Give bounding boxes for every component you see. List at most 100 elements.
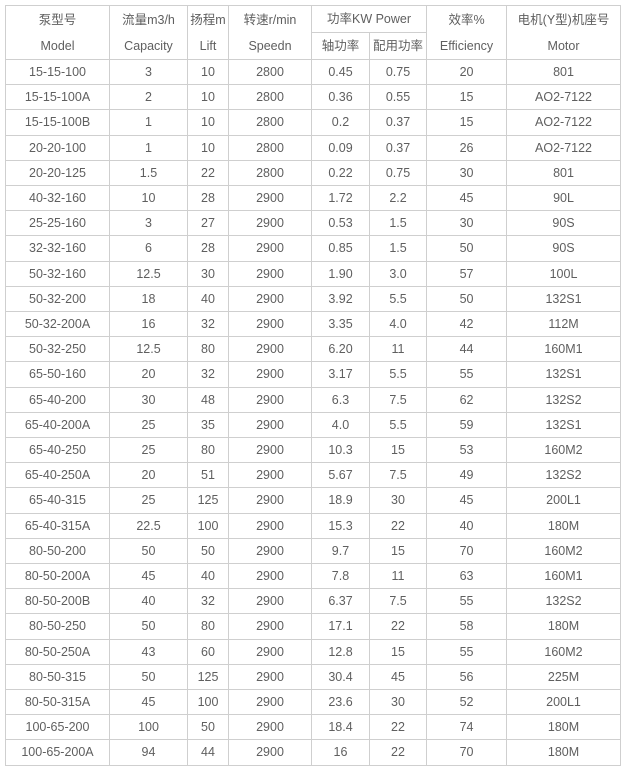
- column-header-motor-en: Motor: [547, 38, 580, 53]
- cell-speed: 2900: [228, 437, 312, 464]
- cell-lift: 22: [187, 159, 229, 187]
- cell-rated-power: 0.75: [368, 58, 428, 86]
- table-row: 20-20-125 1.5 22 2800 0.22 0.75 30 801: [5, 159, 622, 187]
- cell-rated-power: 0.55: [368, 84, 428, 111]
- cell-speed: 2900: [228, 411, 312, 439]
- cell-lift: 28: [187, 235, 229, 262]
- cell-shaft-power: 16: [311, 739, 370, 766]
- cell-lift: 40: [187, 563, 229, 590]
- cell-efficiency: 30: [426, 210, 508, 237]
- cell-rated-power: 4.0: [368, 311, 428, 338]
- cell-speed: 2900: [228, 185, 312, 212]
- cell-motor: 225M: [506, 663, 622, 691]
- cell-efficiency: 26: [426, 134, 508, 161]
- cell-speed: 2900: [228, 361, 312, 388]
- cell-motor: 112M: [506, 311, 622, 338]
- cell-motor: 132S2: [506, 386, 622, 413]
- cell-speed: 2900: [228, 663, 312, 691]
- cell-model: 25-25-160: [5, 210, 110, 237]
- cell-lift: 10: [187, 109, 229, 136]
- column-header-capacity-cn: 流量m3/h: [122, 12, 175, 27]
- cell-motor: AO2-7122: [506, 134, 622, 161]
- cell-shaft-power: 18.4: [311, 714, 370, 741]
- cell-model: 50-32-200A: [5, 311, 110, 338]
- cell-shaft-power: 0.53: [311, 210, 370, 237]
- pump-specification-table-container: 泵型号 Model 流量m3/h Capacity 扬程m Lift 转速r/m…: [0, 0, 625, 766]
- cell-motor: 200L1: [506, 487, 622, 514]
- cell-motor: 132S2: [506, 588, 622, 615]
- column-header-motor-cn: 电机(Y型)机座号: [517, 12, 610, 27]
- cell-motor: 132S2: [506, 462, 622, 489]
- cell-efficiency: 52: [426, 689, 508, 716]
- table-row: 100-65-200A 94 44 2900 16 22 70 180M: [5, 739, 622, 766]
- cell-rated-power: 7.5: [368, 588, 428, 615]
- cell-model: 50-32-160: [5, 260, 110, 287]
- cell-motor: AO2-7122: [506, 84, 622, 111]
- column-header-motor: 电机(Y型)机座号 Motor: [506, 5, 622, 60]
- cell-capacity: 10: [109, 185, 188, 212]
- cell-shaft-power: 3.92: [311, 285, 370, 313]
- cell-shaft-power: 0.2: [311, 109, 370, 136]
- table-row: 50-32-200A 16 32 2900 3.35 4.0 42 112M: [5, 311, 622, 338]
- cell-lift: 100: [187, 689, 229, 716]
- cell-shaft-power: 23.6: [311, 689, 370, 716]
- cell-model: 65-40-315A: [5, 512, 110, 539]
- cell-lift: 32: [187, 311, 229, 338]
- cell-lift: 10: [187, 84, 229, 111]
- cell-model: 80-50-200A: [5, 563, 110, 590]
- cell-efficiency: 63: [426, 563, 508, 590]
- cell-efficiency: 50: [426, 285, 508, 313]
- column-header-rated-power: 配用功率: [368, 32, 428, 60]
- cell-lift: 100: [187, 512, 229, 539]
- cell-lift: 50: [187, 537, 229, 565]
- cell-speed: 2900: [228, 512, 312, 539]
- cell-lift: 32: [187, 361, 229, 388]
- cell-speed: 2900: [228, 739, 312, 766]
- cell-shaft-power: 15.3: [311, 512, 370, 539]
- cell-capacity: 3: [109, 210, 188, 237]
- table-row: 80-50-250 50 80 2900 17.1 22 58 180M: [5, 613, 622, 640]
- pump-specification-table: 泵型号 Model 流量m3/h Capacity 扬程m Lift 转速r/m…: [5, 5, 622, 766]
- cell-lift: 40: [187, 285, 229, 313]
- cell-capacity: 16: [109, 311, 188, 338]
- cell-capacity: 18: [109, 285, 188, 313]
- cell-efficiency: 42: [426, 311, 508, 338]
- cell-rated-power: 2.2: [368, 185, 428, 212]
- table-row: 65-40-250A 20 51 2900 5.67 7.5 49 132S2: [5, 462, 622, 489]
- cell-lift: 50: [187, 714, 229, 741]
- cell-rated-power: 30: [368, 487, 428, 514]
- cell-efficiency: 70: [426, 537, 508, 565]
- cell-rated-power: 0.75: [368, 159, 428, 187]
- table-row: 80-50-200 50 50 2900 9.7 15 70 160M2: [5, 537, 622, 565]
- cell-rated-power: 1.5: [368, 210, 428, 237]
- cell-model: 65-40-315: [5, 487, 110, 514]
- cell-shaft-power: 30.4: [311, 663, 370, 691]
- column-header-speed-en: Speedn: [248, 38, 292, 53]
- cell-motor: 90S: [506, 210, 622, 237]
- cell-efficiency: 30: [426, 159, 508, 187]
- cell-motor: 90L: [506, 185, 622, 212]
- cell-shaft-power: 0.45: [311, 58, 370, 86]
- cell-capacity: 50: [109, 537, 188, 565]
- cell-capacity: 20: [109, 462, 188, 489]
- cell-lift: 35: [187, 411, 229, 439]
- table-row: 15-15-100B 1 10 2800 0.2 0.37 15 AO2-7122: [5, 109, 622, 136]
- cell-model: 80-50-315: [5, 663, 110, 691]
- table-row: 50-32-200 18 40 2900 3.92 5.5 50 132S1: [5, 285, 622, 313]
- column-header-efficiency-cn: 效率%: [448, 12, 485, 27]
- cell-motor: 180M: [506, 739, 622, 766]
- column-header-model-en: Model: [40, 38, 75, 53]
- cell-motor: AO2-7122: [506, 109, 622, 136]
- cell-motor: 132S1: [506, 285, 622, 313]
- cell-motor: 160M2: [506, 638, 622, 665]
- column-header-model: 泵型号 Model: [5, 5, 110, 60]
- cell-motor: 180M: [506, 714, 622, 741]
- cell-model: 65-40-200A: [5, 411, 110, 439]
- cell-rated-power: 15: [368, 638, 428, 665]
- cell-capacity: 45: [109, 689, 188, 716]
- cell-shaft-power: 5.67: [311, 462, 370, 489]
- cell-model: 20-20-100: [5, 134, 110, 161]
- cell-capacity: 1: [109, 109, 188, 136]
- cell-efficiency: 44: [426, 336, 508, 363]
- cell-efficiency: 62: [426, 386, 508, 413]
